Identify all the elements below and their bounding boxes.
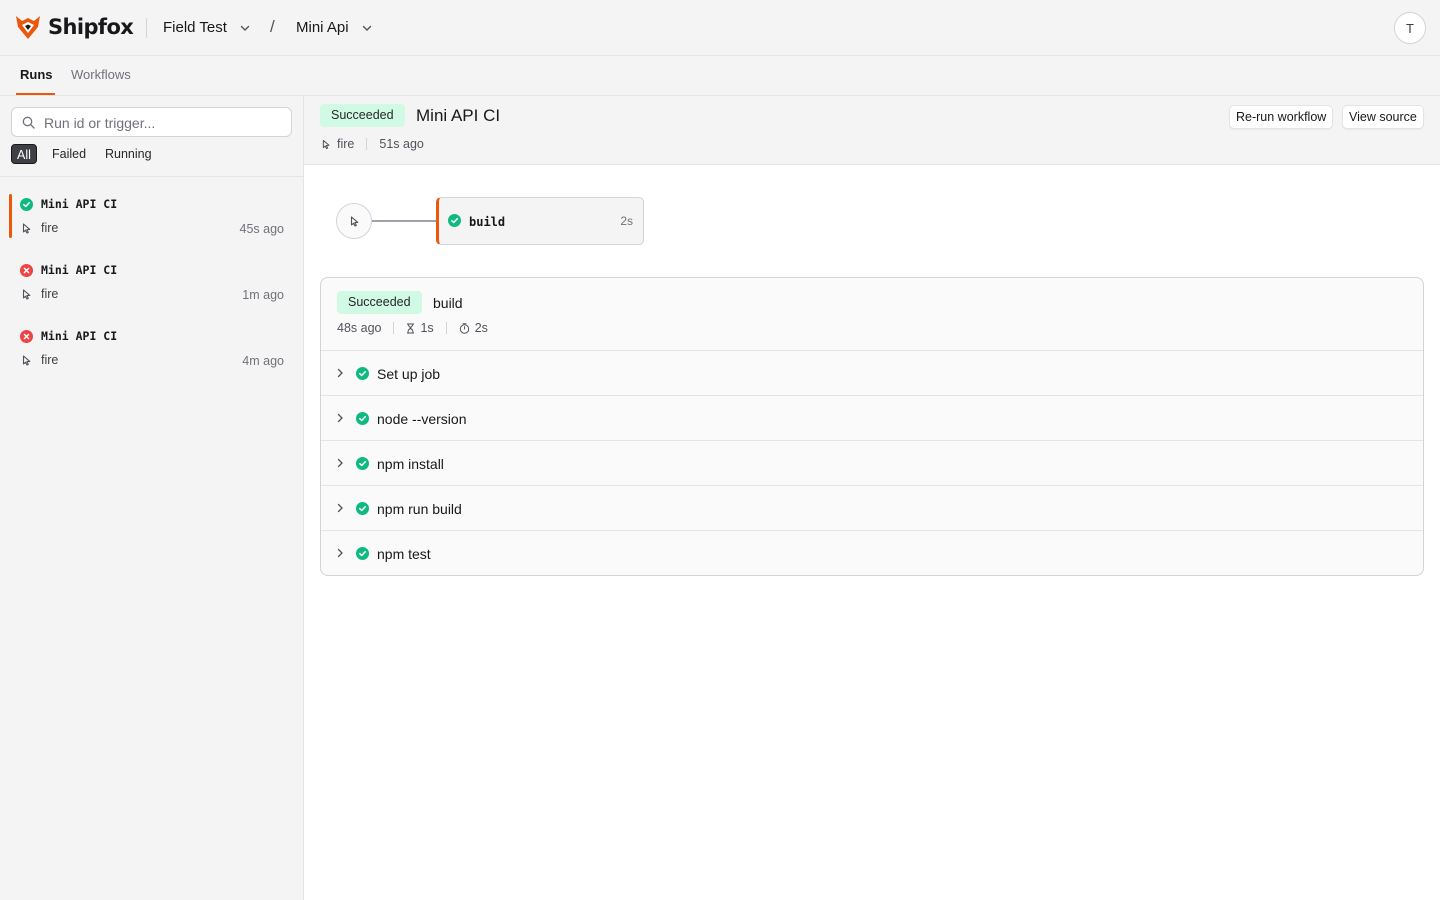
success-icon (356, 367, 369, 380)
filter-failed[interactable]: Failed (47, 144, 91, 164)
status-badge: Succeeded (320, 104, 405, 127)
fox-logo-icon (16, 16, 40, 39)
job-name: build (469, 215, 506, 229)
step-label: Set up job (377, 366, 441, 382)
job-panel-header: Succeeded build 48s ago 1s 2s (321, 278, 1423, 351)
tab-runs[interactable]: Runs (20, 67, 53, 82)
brand-logo[interactable]: Shipfox (14, 13, 134, 41)
success-icon (448, 214, 461, 227)
filter-all[interactable]: All (11, 144, 37, 164)
top-bar: Shipfox Field Test / Mini Api T (0, 0, 1440, 56)
step-label: npm run build (377, 501, 462, 517)
chevron-right-icon (337, 413, 343, 423)
success-icon (356, 412, 369, 425)
success-icon (20, 198, 33, 211)
run-trigger: fire (41, 287, 59, 301)
meta-divider (366, 138, 368, 150)
job-node-build[interactable]: build 2s (436, 197, 644, 245)
user-avatar[interactable]: T (1394, 12, 1426, 44)
run-time: 45s ago (239, 222, 284, 236)
pointer-icon (22, 223, 31, 234)
run-trigger: fire (41, 221, 59, 235)
project-name: Mini Api (296, 19, 349, 36)
chevron-down-icon (362, 25, 371, 31)
header-divider (146, 18, 147, 38)
meta-divider (445, 322, 447, 334)
rerun-workflow-button[interactable]: Re-run workflow (1229, 105, 1334, 129)
run-time: 51s ago (379, 137, 424, 151)
step-label: npm test (377, 546, 431, 562)
step-row[interactable]: npm test (321, 531, 1423, 575)
step-row[interactable]: npm run build (321, 486, 1423, 531)
graph-edge (372, 220, 437, 222)
step-row[interactable]: npm install (321, 441, 1423, 486)
job-meta: 48s ago 1s 2s (337, 321, 488, 335)
selected-indicator (9, 194, 12, 238)
success-icon (356, 457, 369, 470)
chevron-right-icon (337, 368, 343, 378)
project-switcher[interactable]: Mini Api (296, 19, 373, 36)
run-title: Mini API CI (41, 329, 118, 343)
chevron-right-icon (337, 458, 343, 468)
error-icon (20, 330, 33, 343)
step-label: node --version (377, 411, 467, 427)
error-icon (20, 264, 33, 277)
run-title: Mini API CI (41, 263, 118, 277)
filter-running[interactable]: Running (100, 144, 157, 164)
tab-bar: Runs Workflows (0, 56, 1440, 96)
chevron-down-icon (240, 25, 250, 31)
run-list-item[interactable]: Mini API CI fire 4m ago (0, 326, 303, 374)
run-time: 1m ago (242, 288, 284, 302)
brand-name: Shipfox (48, 15, 134, 39)
step-label: npm install (377, 456, 444, 472)
pointer-icon (22, 289, 31, 300)
active-tab-indicator (16, 93, 55, 95)
run-meta: fire 51s ago (322, 137, 424, 151)
chevron-right-icon (337, 503, 343, 513)
breadcrumb-separator: / (270, 17, 275, 36)
job-started: 48s ago (337, 321, 382, 335)
run-trigger: fire (41, 353, 59, 367)
org-switcher[interactable]: Field Test (163, 19, 251, 36)
step-row[interactable]: Set up job (321, 351, 1423, 396)
stopwatch-icon (459, 322, 469, 334)
job-duration: 2s (474, 321, 488, 335)
hourglass-icon (407, 323, 415, 333)
tab-workflows[interactable]: Workflows (71, 67, 131, 82)
meta-divider (393, 322, 395, 334)
trigger-node[interactable] (336, 203, 372, 239)
job-title: build (433, 295, 463, 311)
run-list-item[interactable]: Mini API CI fire 1m ago (0, 260, 303, 308)
step-row[interactable]: node --version (321, 396, 1423, 441)
runs-sidebar: All Failed Running Mini API CI fire 45s … (0, 96, 304, 900)
success-icon (356, 547, 369, 560)
sidebar-divider (0, 176, 303, 177)
pointer-icon (350, 216, 359, 227)
search-icon (22, 116, 35, 129)
job-duration: 2s (620, 214, 633, 228)
status-badge: Succeeded (337, 291, 422, 314)
run-time: 4m ago (242, 354, 284, 368)
run-header: Succeeded Mini API CI fire 51s ago Re-ru… (304, 96, 1440, 165)
success-icon (356, 502, 369, 515)
run-trigger: fire (337, 137, 355, 151)
view-source-button[interactable]: View source (1342, 105, 1424, 129)
search-input[interactable] (44, 113, 284, 133)
run-title: Mini API CI (41, 197, 118, 211)
run-list-item[interactable]: Mini API CI fire 45s ago (0, 194, 303, 242)
pointer-icon (322, 139, 330, 149)
run-search[interactable] (11, 107, 292, 137)
org-name: Field Test (163, 19, 227, 36)
pointer-icon (22, 355, 31, 366)
job-queued: 1s (420, 321, 434, 335)
job-panel: Succeeded build 48s ago 1s 2s Set up job… (320, 277, 1424, 576)
run-title: Mini API CI (416, 106, 501, 125)
chevron-right-icon (337, 548, 343, 558)
